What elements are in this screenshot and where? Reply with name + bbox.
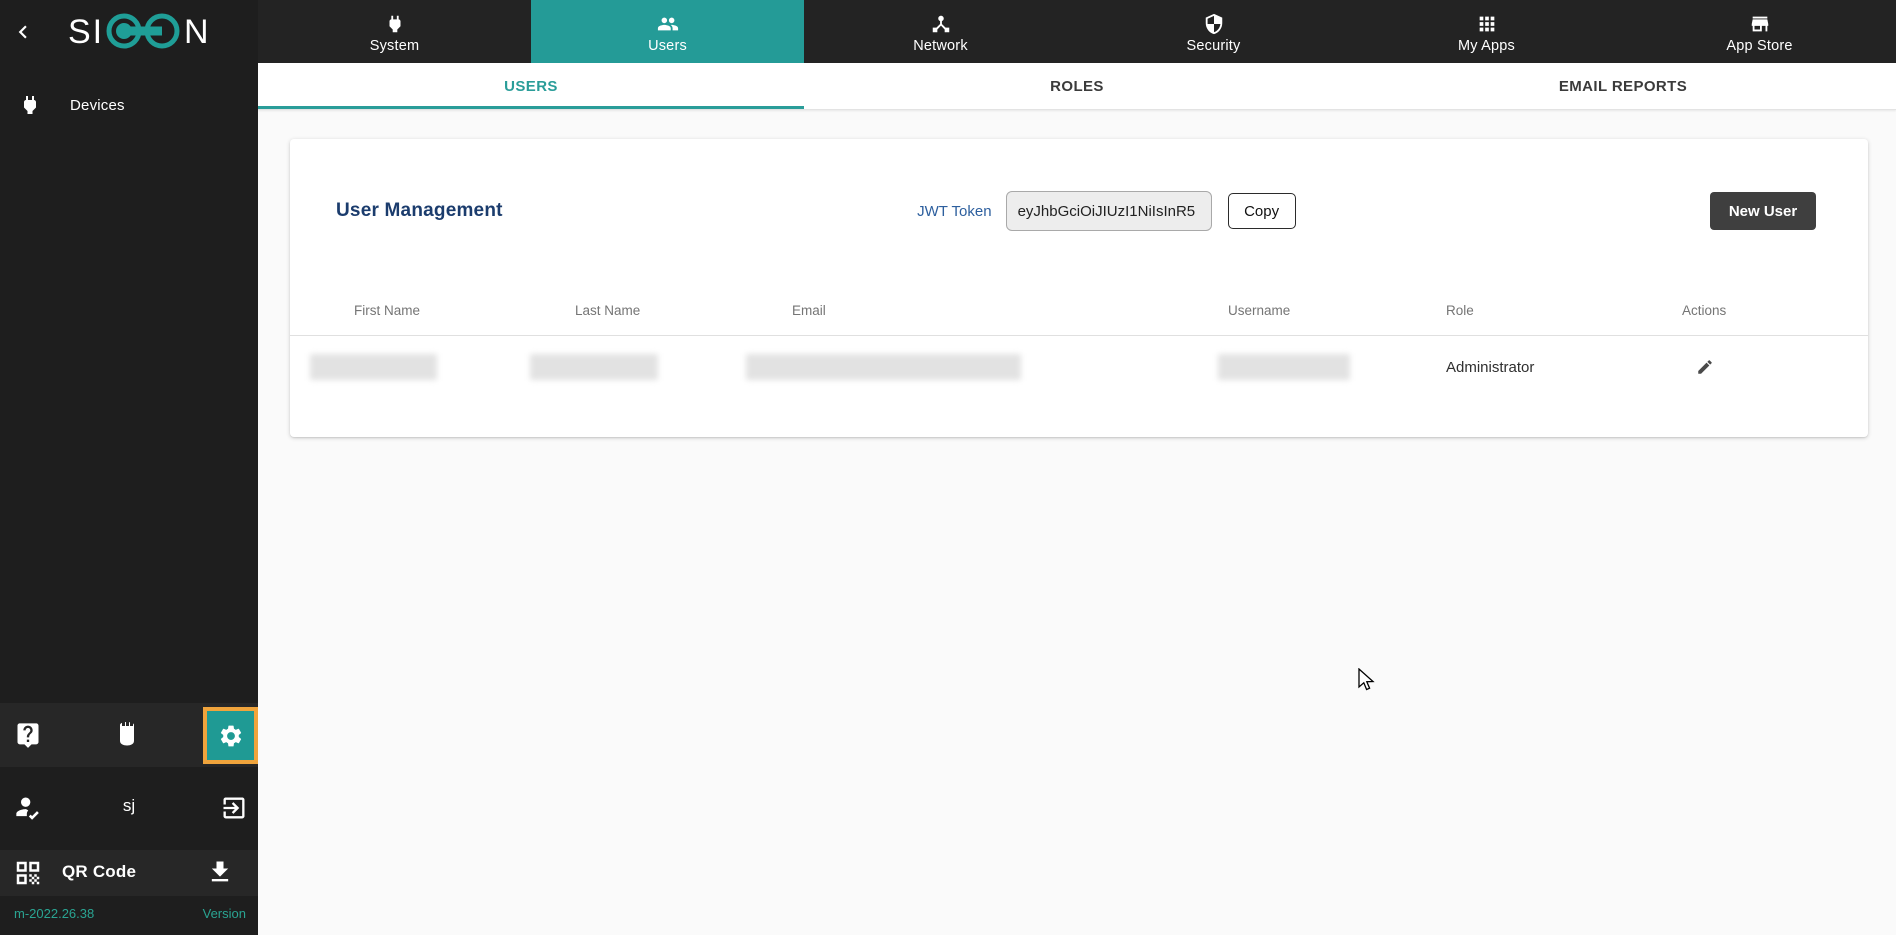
user-management-card: User Management JWT Token Copy New User … (290, 139, 1868, 437)
device-icon (112, 719, 142, 751)
app-root: SI N Devices (0, 0, 1896, 935)
table-row: Administrator (290, 336, 1868, 398)
page-title: User Management (336, 200, 503, 222)
card-header: User Management JWT Token Copy New User (290, 189, 1868, 233)
main-content: User Management JWT Token Copy New User … (258, 110, 1896, 935)
version-value: m-2022.26.38 (14, 906, 94, 921)
tab-label: Network (913, 38, 968, 54)
svg-text:N: N (184, 13, 209, 51)
column-header-actions: Actions (1682, 303, 1852, 318)
shield-icon (1203, 13, 1225, 35)
sub-tab-bar: USERS ROLES EMAIL REPORTS (258, 63, 1896, 110)
logout-button[interactable] (220, 794, 248, 822)
back-button[interactable] (0, 0, 46, 63)
qr-code-icon (13, 858, 43, 888)
plug-icon (18, 93, 42, 117)
sidebar: SI N Devices (0, 0, 258, 935)
settings-button[interactable] (203, 707, 258, 764)
table-header-row: First Name Last Name Email Username Role… (290, 300, 1868, 320)
role-cell: Administrator (1442, 359, 1682, 376)
logout-icon (220, 794, 248, 822)
subtab-email-reports[interactable]: EMAIL REPORTS (1350, 63, 1896, 109)
tab-app-store[interactable]: App Store (1623, 0, 1896, 63)
gear-icon (218, 723, 244, 749)
jwt-token-input[interactable] (1006, 191, 1212, 231)
apps-grid-icon (1476, 13, 1498, 35)
column-header-email: Email (746, 303, 1218, 318)
column-header-last-name: Last Name (530, 303, 746, 318)
help-button[interactable] (14, 721, 42, 749)
subtab-roles[interactable]: ROLES (804, 63, 1350, 109)
help-bubble-icon (14, 721, 42, 749)
tab-system[interactable]: System (258, 0, 531, 63)
redacted-last-name-cell (530, 354, 658, 380)
download-button[interactable] (206, 858, 234, 886)
redacted-first-name-cell (310, 354, 437, 380)
tab-label: System (370, 38, 420, 54)
tab-users[interactable]: Users (531, 0, 804, 63)
sidebar-version-row: m-2022.26.38 Version (0, 902, 258, 928)
tab-network[interactable]: Network (804, 0, 1077, 63)
redacted-username-cell (1218, 354, 1350, 380)
download-icon (206, 858, 234, 886)
column-header-first-name: First Name (310, 303, 530, 318)
edit-user-button[interactable] (1690, 352, 1720, 382)
new-user-button[interactable]: New User (1710, 192, 1816, 230)
copy-button[interactable]: Copy (1228, 193, 1296, 229)
sidebar-tools-row (0, 703, 258, 767)
tab-label: My Apps (1458, 38, 1515, 54)
sidebar-item-devices[interactable]: Devices (0, 88, 258, 122)
jwt-token-label: JWT Token (917, 203, 991, 220)
svg-text:SI: SI (68, 13, 104, 51)
qr-code-label[interactable]: QR Code (62, 862, 136, 882)
top-navigation: System Users Network Security My Apps (258, 0, 1896, 63)
column-header-role: Role (1442, 303, 1682, 318)
tab-label: Users (648, 38, 687, 54)
edit-pencil-icon (1696, 358, 1714, 376)
plug-icon (384, 13, 406, 35)
people-icon (657, 13, 679, 35)
tab-label: App Store (1726, 38, 1792, 54)
sicon-logo: SI N (46, 9, 218, 55)
hub-icon (930, 13, 952, 35)
version-label: Version (203, 906, 246, 921)
sidebar-user-row: sj (0, 788, 258, 828)
tab-security[interactable]: Security (1077, 0, 1350, 63)
column-header-username: Username (1218, 303, 1442, 318)
sidebar-item-label: Devices (70, 97, 125, 114)
sidebar-header: SI N (0, 0, 258, 63)
tab-my-apps[interactable]: My Apps (1350, 0, 1623, 63)
subtab-users[interactable]: USERS (258, 63, 804, 109)
chevron-left-icon (10, 19, 36, 45)
redacted-email-cell (746, 354, 1021, 380)
device-button[interactable] (112, 719, 142, 751)
storefront-icon (1749, 13, 1771, 35)
tab-label: Security (1187, 38, 1241, 54)
sidebar-qr-row: QR Code (0, 850, 258, 896)
